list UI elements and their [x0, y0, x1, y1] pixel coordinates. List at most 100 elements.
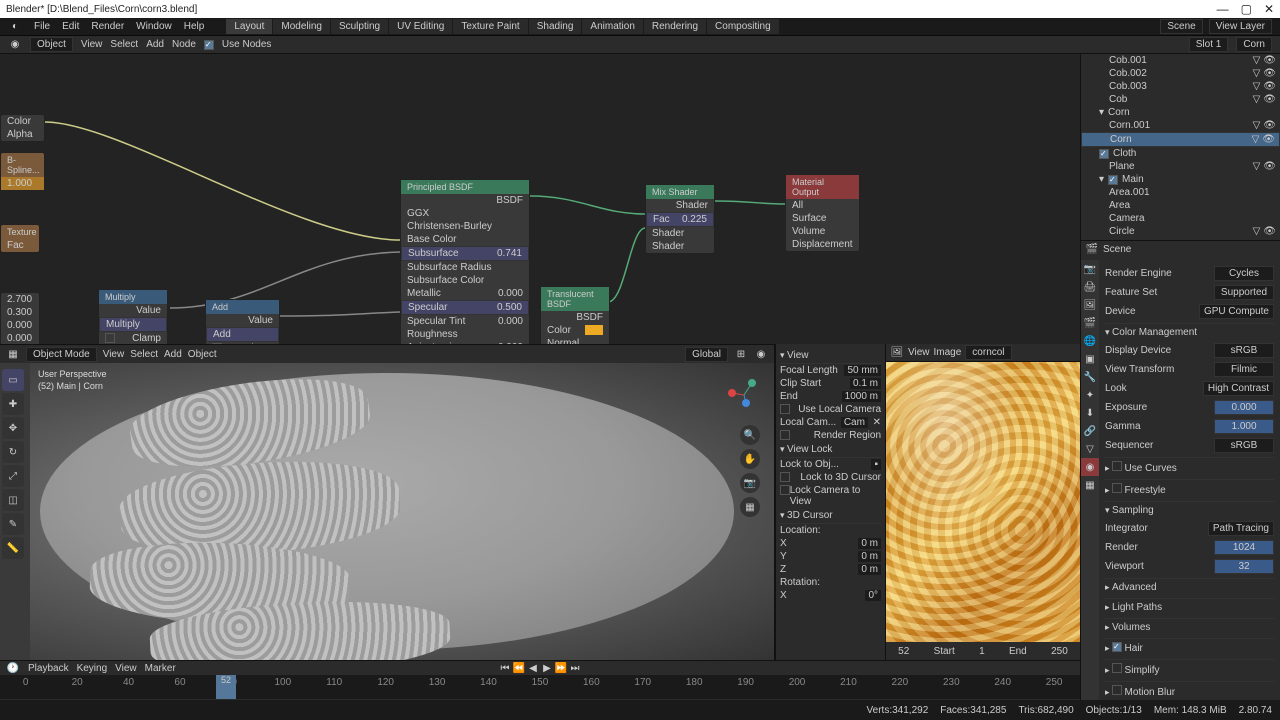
timeline-icon[interactable]: 🕐 [6, 661, 20, 675]
img-view[interactable]: View [908, 347, 930, 358]
node-color-alpha[interactable]: Color Alpha [0, 114, 45, 142]
slot-selector[interactable]: Slot 1 [1189, 37, 1229, 52]
exposure[interactable]: 0.000 [1214, 400, 1274, 415]
view3d-icon[interactable]: ▦ [6, 347, 20, 361]
v3d-view[interactable]: View [103, 349, 125, 360]
tool-scale[interactable]: ⤢ [2, 465, 24, 487]
image-canvas[interactable] [886, 362, 1080, 642]
tool-rotate[interactable]: ↻ [2, 441, 24, 463]
tab-modifier[interactable]: 🔧 [1081, 368, 1099, 386]
cursor-x[interactable]: 0 m [858, 538, 881, 549]
sect-volumes[interactable]: ▸ Volumes [1105, 618, 1274, 636]
tab-world[interactable]: 🌐 [1081, 332, 1099, 350]
tool-select[interactable]: ▭ [2, 369, 24, 391]
tab-material[interactable]: ◉ [1081, 458, 1099, 476]
tl-marker[interactable]: Marker [145, 663, 176, 674]
bsdf-metallic[interactable]: Metallic0.000 [401, 287, 529, 300]
lock-camera[interactable]: Lock Camera to View [790, 485, 881, 507]
scene-selector[interactable]: Scene [1160, 19, 1202, 34]
tl-view[interactable]: View [115, 663, 137, 674]
view-section[interactable]: ▾ View [780, 348, 881, 364]
outliner-item[interactable]: Circle▽👁 [1081, 225, 1280, 238]
bsdf-roughness[interactable]: Roughness [401, 328, 529, 341]
viewlock-section[interactable]: ▾ View Lock [780, 442, 881, 458]
v3d-object[interactable]: Object [188, 349, 217, 360]
workspace-texpaint[interactable]: Texture Paint [453, 19, 527, 34]
jump-end-icon[interactable]: ⏭ [569, 662, 581, 674]
material-selector[interactable]: Corn [1236, 37, 1272, 52]
close-button[interactable]: ✕ [1264, 2, 1274, 16]
use-nodes-check[interactable] [204, 40, 214, 50]
imged-icon[interactable]: 🖼 [890, 346, 904, 360]
workspace-animation[interactable]: Animation [582, 19, 642, 34]
bsdf-base-color[interactable]: Base Color [401, 233, 529, 246]
bsdf-subsurface-radius[interactable]: Subsurface Radius [401, 261, 529, 274]
sect-lightpaths[interactable]: ▸ Light Paths [1105, 598, 1274, 616]
scene-name[interactable]: Scene [1103, 244, 1131, 255]
menu-window[interactable]: Window [136, 21, 172, 32]
play-icon[interactable]: ▶ [541, 662, 553, 674]
outliner-item[interactable]: Camera [1081, 212, 1280, 225]
node-tex2[interactable]: 2.700 0.300 0.000 0.000 [0, 292, 40, 346]
view-transform[interactable]: Filmic [1214, 362, 1274, 377]
ne-add[interactable]: Add [146, 39, 164, 50]
render-region[interactable]: Render Region [814, 430, 881, 441]
workspace-rendering[interactable]: Rendering [644, 19, 706, 34]
sect-motionblur[interactable]: ▸ Motion Blur [1105, 681, 1274, 700]
tab-object[interactable]: ▣ [1081, 350, 1099, 368]
ne-select[interactable]: Select [110, 39, 138, 50]
sect-sampling[interactable]: ▾ Sampling [1105, 501, 1274, 519]
outliner-item[interactable]: Cob.003▽👁 [1081, 80, 1280, 93]
tl-keying[interactable]: Keying [77, 663, 108, 674]
menu-edit[interactable]: Edit [62, 21, 79, 32]
ne-node[interactable]: Node [172, 39, 196, 50]
bsdf-specular[interactable]: Specular0.500 [401, 300, 529, 315]
display-device[interactable]: sRGB [1214, 343, 1274, 358]
outliner-item[interactable]: Cloth [1081, 147, 1280, 160]
lock-cursor[interactable]: Lock to 3D Cursor [800, 472, 881, 483]
object-mode[interactable]: Object Mode [26, 347, 97, 362]
tab-scene[interactable]: 🎬 [1081, 314, 1099, 332]
tool-transform[interactable]: ◫ [2, 489, 24, 511]
sect-curves[interactable]: ▸ Use Curves [1105, 457, 1274, 477]
play-rev-icon[interactable]: ◀ [527, 662, 539, 674]
clip-end[interactable]: 1000 m [842, 391, 881, 402]
maximize-button[interactable]: ▢ [1241, 2, 1252, 16]
camera-icon[interactable]: 📷 [740, 473, 760, 493]
bsdf-subsurface[interactable]: Subsurface0.741 [401, 246, 529, 261]
ne-view[interactable]: View [81, 39, 103, 50]
tab-viewlayer[interactable]: 🖼 [1081, 296, 1099, 314]
tab-output[interactable]: 🖨 [1081, 278, 1099, 296]
look[interactable]: High Contrast [1203, 381, 1274, 396]
node-bspline[interactable]: B-Spline... 1.000 [0, 152, 45, 191]
outliner-item[interactable]: Corn▽👁 [1081, 132, 1280, 147]
outliner-item[interactable]: Cob.001▽👁 [1081, 54, 1280, 67]
cursor-y[interactable]: 0 m [858, 551, 881, 562]
render-samples[interactable]: 1024 [1214, 540, 1274, 555]
outliner-item[interactable]: Plane▽👁 [1081, 160, 1280, 173]
sect-simplify[interactable]: ▸ Simplify [1105, 659, 1274, 679]
workspace-layout[interactable]: Layout [226, 19, 272, 34]
render-engine[interactable]: Cycles [1214, 266, 1274, 281]
editor-type-icon[interactable]: ◉ [8, 38, 22, 52]
device[interactable]: GPU Compute [1199, 304, 1274, 319]
workspace-modeling[interactable]: Modeling [273, 19, 330, 34]
tab-constraint[interactable]: 🔗 [1081, 422, 1099, 440]
sequencer[interactable]: sRGB [1214, 438, 1274, 453]
tool-move[interactable]: ✥ [2, 417, 24, 439]
node-mix-shader[interactable]: Mix Shader Shader Fac0.225 Shader Shader [645, 184, 715, 254]
tl-playback[interactable]: Playback [28, 663, 69, 674]
node-material-output[interactable]: Material Output All Surface Volume Displ… [785, 174, 860, 252]
feature-set[interactable]: Supported [1214, 285, 1274, 300]
image-name[interactable]: corncol [965, 345, 1011, 360]
timeline-ruler[interactable]: 0204060801001101201301401501601701801902… [0, 675, 1080, 699]
nav-gizmo[interactable] [724, 375, 764, 415]
sect-advanced[interactable]: ▸ Advanced [1105, 578, 1274, 596]
sect-freestyle[interactable]: ▸ Freestyle [1105, 479, 1274, 499]
jump-start-icon[interactable]: ⏮ [499, 662, 511, 674]
bsdf-subsurface-color[interactable]: Subsurface Color [401, 274, 529, 287]
minimize-button[interactable]: — [1217, 2, 1229, 16]
tab-physics[interactable]: ⬇ [1081, 404, 1099, 422]
focal-length[interactable]: 50 mm [844, 365, 881, 376]
workspace-uv[interactable]: UV Editing [389, 19, 452, 34]
